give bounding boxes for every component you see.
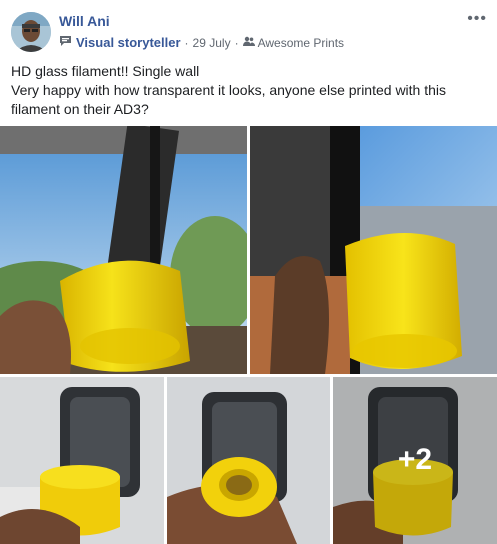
photo-5[interactable]: +2 [333,377,497,544]
post-meta: Visual storyteller · 29 July · Awesome P… [59,35,344,50]
photo-4[interactable] [167,377,330,544]
post-text: HD glass filament!! Single wall Very hap… [11,62,481,119]
post-text-line: HD glass filament!! Single wall [11,63,200,79]
speech-bubble-icon [59,35,72,50]
avatar[interactable] [11,12,51,52]
more-options-icon[interactable]: ••• [467,10,487,28]
more-photos-overlay[interactable]: +2 [333,377,497,544]
separator: · [234,35,239,50]
group-name[interactable]: Awesome Prints [258,36,344,50]
post-text-line: Very happy with how transparent it looks… [11,82,447,98]
photo-2[interactable] [250,126,497,374]
badge-label[interactable]: Visual storyteller [76,35,181,50]
group-icon [242,36,255,50]
photo-3[interactable] [0,377,164,544]
post-text-line: filament on their AD3? [11,101,149,117]
post-header: Will Ani Visual storyteller · 29 July · … [0,0,497,60]
post-date[interactable]: 29 July [193,36,231,50]
separator: · [184,35,189,50]
photo-1[interactable] [0,126,247,374]
author-name[interactable]: Will Ani [59,13,110,29]
